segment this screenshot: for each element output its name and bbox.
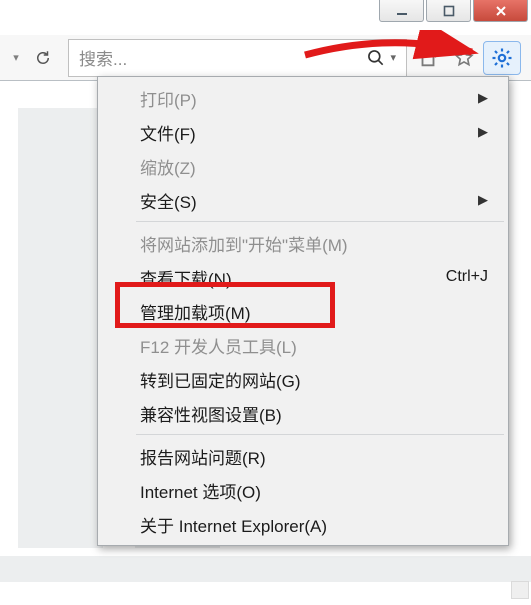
scrollbar-corner[interactable] <box>511 581 529 599</box>
menu-item-label: 查看下载(N) <box>140 265 232 290</box>
maximize-button[interactable] <box>426 0 471 22</box>
menu-item-compat-view-settings[interactable]: 兼容性视图设置(B) <box>100 396 506 430</box>
search-placeholder: 搜索... <box>79 45 366 70</box>
menu-item-label: 将网站添加到"开始"菜单(M) <box>140 231 348 256</box>
menu-item-shortcut: Ctrl+J <box>446 268 488 286</box>
search-dropdown-icon[interactable]: ▾ <box>390 51 396 64</box>
menu-item-go-to-pinned-sites[interactable]: 转到已固定的网站(G) <box>100 362 506 396</box>
favorites-button[interactable] <box>447 41 481 75</box>
menu-item-label: 管理加载项(M) <box>140 299 250 324</box>
menu-item-f12-devtools[interactable]: F12 开发人员工具(L) <box>100 328 506 362</box>
search-box[interactable]: 搜索... ▾ <box>68 39 407 77</box>
menu-item-file[interactable]: 文件(F) ▶ <box>100 115 506 149</box>
menu-item-internet-options[interactable]: Internet 选项(O) <box>100 473 506 507</box>
toolbar-right-group <box>411 41 525 75</box>
browser-toolbar: ▾ 搜索... ▾ <box>0 35 531 80</box>
tools-context-menu: 打印(P) ▶ 文件(F) ▶ 缩放(Z) 安全(S) ▶ 将网站添加到"开始"… <box>97 76 509 546</box>
menu-item-label: 转到已固定的网站(G) <box>140 367 301 392</box>
home-icon <box>417 47 439 69</box>
close-icon <box>495 5 507 17</box>
menu-separator <box>136 221 504 222</box>
gear-icon <box>490 46 514 70</box>
search-icon[interactable] <box>366 48 386 68</box>
menu-item-zoom[interactable]: 缩放(Z) <box>100 149 506 183</box>
menu-item-label: 兼容性视图设置(B) <box>140 401 282 426</box>
home-button[interactable] <box>411 41 445 75</box>
maximize-icon <box>443 5 455 17</box>
menu-item-label: 缩放(Z) <box>140 154 196 179</box>
menu-separator <box>136 434 504 435</box>
menu-item-label: 打印(P) <box>140 86 197 111</box>
tools-gear-button[interactable] <box>483 41 521 75</box>
menu-item-label: F12 开发人员工具(L) <box>140 333 297 358</box>
menu-item-label: 报告网站问题(R) <box>140 444 266 469</box>
menu-item-view-downloads[interactable]: 查看下载(N) Ctrl+J <box>100 260 506 294</box>
refresh-icon <box>34 49 52 67</box>
submenu-arrow-icon: ▶ <box>478 90 488 106</box>
chevron-down-icon: ▾ <box>13 51 19 64</box>
refresh-button[interactable] <box>28 43 58 73</box>
menu-item-about-ie[interactable]: 关于 Internet Explorer(A) <box>100 507 506 541</box>
menu-item-safety[interactable]: 安全(S) ▶ <box>100 183 506 217</box>
menu-item-report-website-problems[interactable]: 报告网站问题(R) <box>100 439 506 473</box>
menu-item-manage-addons[interactable]: 管理加载项(M) <box>100 294 506 328</box>
submenu-arrow-icon: ▶ <box>478 124 488 140</box>
close-button[interactable] <box>473 0 528 22</box>
menu-item-label: 文件(F) <box>140 120 196 145</box>
menu-item-add-to-start[interactable]: 将网站添加到"开始"菜单(M) <box>100 226 506 260</box>
window-caption-bar <box>379 0 531 25</box>
submenu-arrow-icon: ▶ <box>478 192 488 208</box>
menu-item-print[interactable]: 打印(P) ▶ <box>100 81 506 115</box>
menu-item-label: Internet 选项(O) <box>140 478 261 503</box>
minimize-button[interactable] <box>379 0 424 22</box>
nav-buttons: ▾ <box>6 43 58 73</box>
menu-item-label: 安全(S) <box>140 188 197 213</box>
menu-item-label: 关于 Internet Explorer(A) <box>140 512 327 537</box>
nav-dropdown-button[interactable]: ▾ <box>6 43 26 73</box>
star-icon <box>453 47 475 69</box>
minimize-icon <box>396 5 408 17</box>
